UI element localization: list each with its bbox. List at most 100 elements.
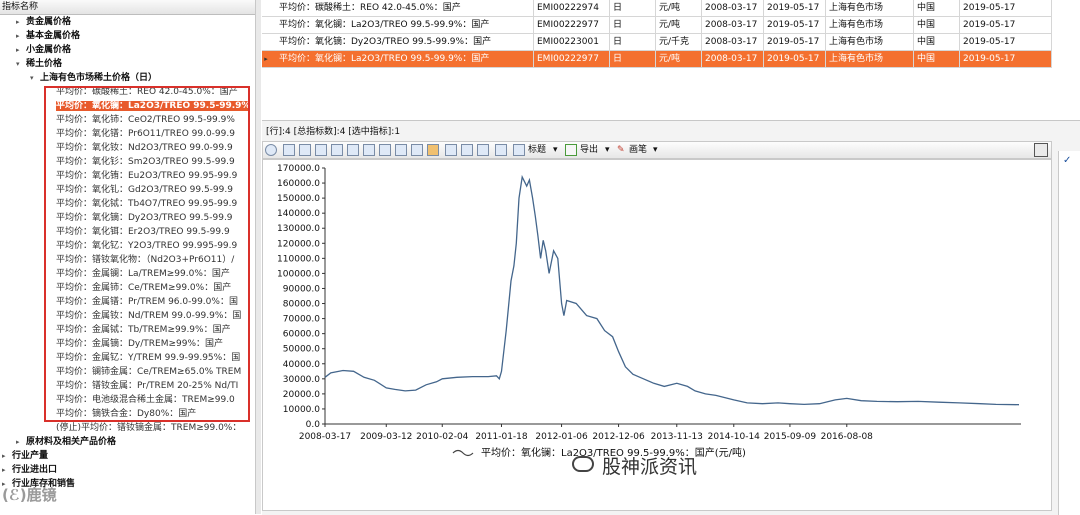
tree-group-item[interactable]: ▸ 贵金属价格 [16,15,71,29]
y-tick-label: 170000.0 [277,164,320,174]
collapsed-arrow-icon[interactable]: ▸ [16,435,26,449]
collapsed-arrow-icon[interactable]: ▸ [2,463,12,477]
stacked-chart-icon[interactable] [331,144,343,156]
table-row[interactable]: 平均价：氧化镝：Dy2O3/TREO 99.5-99.9%：国产 EMI00223… [262,34,1052,51]
brand-watermark: 股神派资讯 [602,456,698,478]
y-tick-label: 10000.0 [283,405,320,415]
x-tick-label: 2010-02-04 [416,432,469,442]
cell-code: EMI00222977 [534,17,610,33]
cell-source: 上海有色市场 [826,17,914,33]
tree-group-item[interactable]: ▾ 上海有色市场稀土价格（日） [30,71,157,85]
cell-code: EMI00222974 [534,0,610,16]
table-row[interactable]: 平均价：碳酸稀土：REO 42.0-45.0%：国产 EMI00222974 日元/… [262,0,1052,17]
cell-start: 2008-03-17 [702,34,764,50]
cell-start: 2008-03-17 [702,17,764,33]
grid-empty-area [262,68,1080,120]
area-chart-icon[interactable] [363,144,375,156]
x-tick-label: 2014-10-14 [708,432,761,442]
y-tick-label: 70000.0 [283,315,320,325]
cell-freq: 日 [610,0,656,16]
tree-item-label: 行业进出口 [12,465,58,475]
dropdown-arrow-icon[interactable]: ▾ [653,144,658,157]
split-view-icon[interactable] [477,144,489,156]
tree-group-item[interactable]: ▸ 基本金属价格 [16,29,80,43]
bar-chart-icon[interactable] [299,144,311,156]
tree-item-label: 原材料及相关产品价格 [26,437,117,447]
draw-button[interactable]: 画笔 [629,144,647,157]
tree-group-item[interactable]: ▸ 原材料及相关产品价格 [16,435,116,449]
cell-start: 2008-03-17 [702,0,764,16]
cell-freq: 日 [610,51,656,67]
dropdown-arrow-icon[interactable]: ▾ [553,144,558,157]
y-tick-label: 30000.0 [283,375,320,385]
x-tick-label: 2008-03-17 [299,432,351,442]
x-tick-label: 2011-01-18 [475,432,528,442]
cell-end: 2019-05-17 [764,34,826,50]
export-icon[interactable] [565,144,577,156]
cell-name: 平均价：碳酸稀土：REO 42.0-45.0%：国产 [276,0,534,16]
tree-group-item[interactable]: ▸ 小金属价格 [16,43,71,57]
tree-group-item[interactable]: ▸ 行业进出口 [2,463,57,477]
tree-item-label: 小金属价格 [26,45,72,55]
tree-group-item[interactable]: ▸ 行业产量 [2,449,48,463]
cell-unit: 元/吨 [656,0,702,16]
export-button[interactable]: 导出 [580,144,598,157]
table-row[interactable]: 平均价：氧化镧：La2O3/TREO 99.5-99.9%：国产 EMI00222… [262,17,1052,34]
tree-group-item[interactable]: ▾ 稀土价格 [16,57,62,71]
table-row[interactable]: ▸ 平均价：氧化镧：La2O3/TREO 99.5-99.9%：国产 EMI0022… [262,51,1052,68]
y-tick-label: 20000.0 [283,390,320,400]
cell-update: 2019-05-17 [960,51,1052,67]
table-view-icon[interactable] [461,144,473,156]
cell-source: 上海有色市场 [826,0,914,16]
layout-chart-icon[interactable] [395,144,407,156]
chart-toolbar: 标题 ▾ 导出 ▾ ✎ 画笔 ▾ [262,141,1052,159]
y-tick-label: 100000.0 [277,269,320,279]
collapsed-arrow-icon[interactable]: ▸ [16,43,26,57]
line-chart-icon[interactable] [283,144,295,156]
dropdown-arrow-icon[interactable]: ▾ [605,144,610,157]
row-pointer-icon: ▸ [264,55,268,63]
refresh-icon[interactable] [265,144,277,156]
pen-icon[interactable]: ✎ [617,144,625,157]
cell-unit: 元/吨 [656,51,702,67]
tag-icon[interactable] [427,144,439,156]
collapsed-arrow-icon[interactable]: ▸ [16,15,26,29]
collapsed-arrow-icon[interactable]: ▸ [16,29,26,43]
grid-status: [行]:4 [总指标数]:4 [选中指标]:1 [266,127,401,137]
corner-watermark: (ℰ)鹿镜 [2,486,57,504]
expanded-arrow-icon[interactable]: ▾ [16,57,26,71]
axis-chart-icon[interactable] [379,144,391,156]
cell-end: 2019-05-17 [764,0,826,16]
y-tick-label: 130000.0 [277,224,320,234]
cell-start: 2008-03-17 [702,51,764,67]
checkbox-icon[interactable]: ✓ [1063,155,1071,166]
cell-update: 2019-05-17 [960,0,1052,16]
cell-source: 上海有色市场 [826,51,914,67]
scatter-chart-icon[interactable] [347,144,359,156]
grid-view-icon[interactable] [445,144,457,156]
tree-header: 指标名称 [0,0,255,15]
maximize-button[interactable] [1034,143,1048,157]
series-options-strip: ✓ [1058,151,1080,515]
cell-update: 2019-05-17 [960,34,1052,50]
y-tick-label: 0.0 [306,420,321,430]
title-icon[interactable] [513,144,525,156]
cell-end: 2019-05-17 [764,51,826,67]
collapsed-arrow-icon[interactable]: ▸ [2,449,12,463]
cell-code: EMI00222977 [534,51,610,67]
link-icon[interactable] [411,144,423,156]
tree-leaf-item[interactable]: (停止)平均价：镨钕镝金属：TREM≥99.0%： [56,421,241,435]
cell-region: 中国 [914,51,960,67]
y-tick-label: 120000.0 [277,239,320,249]
cell-update: 2019-05-17 [960,17,1052,33]
column-chart-icon[interactable] [315,144,327,156]
title-button[interactable]: 标题 [528,144,546,157]
cell-freq: 日 [610,34,656,50]
legend-symbol [452,449,474,457]
copy-icon[interactable] [495,144,507,156]
expanded-arrow-icon[interactable]: ▾ [30,71,40,85]
price-series-line [324,174,1020,406]
cell-unit: 元/千克 [656,34,702,50]
x-tick-label: 2016-08-08 [821,432,874,442]
panel-splitter[interactable] [256,0,261,514]
